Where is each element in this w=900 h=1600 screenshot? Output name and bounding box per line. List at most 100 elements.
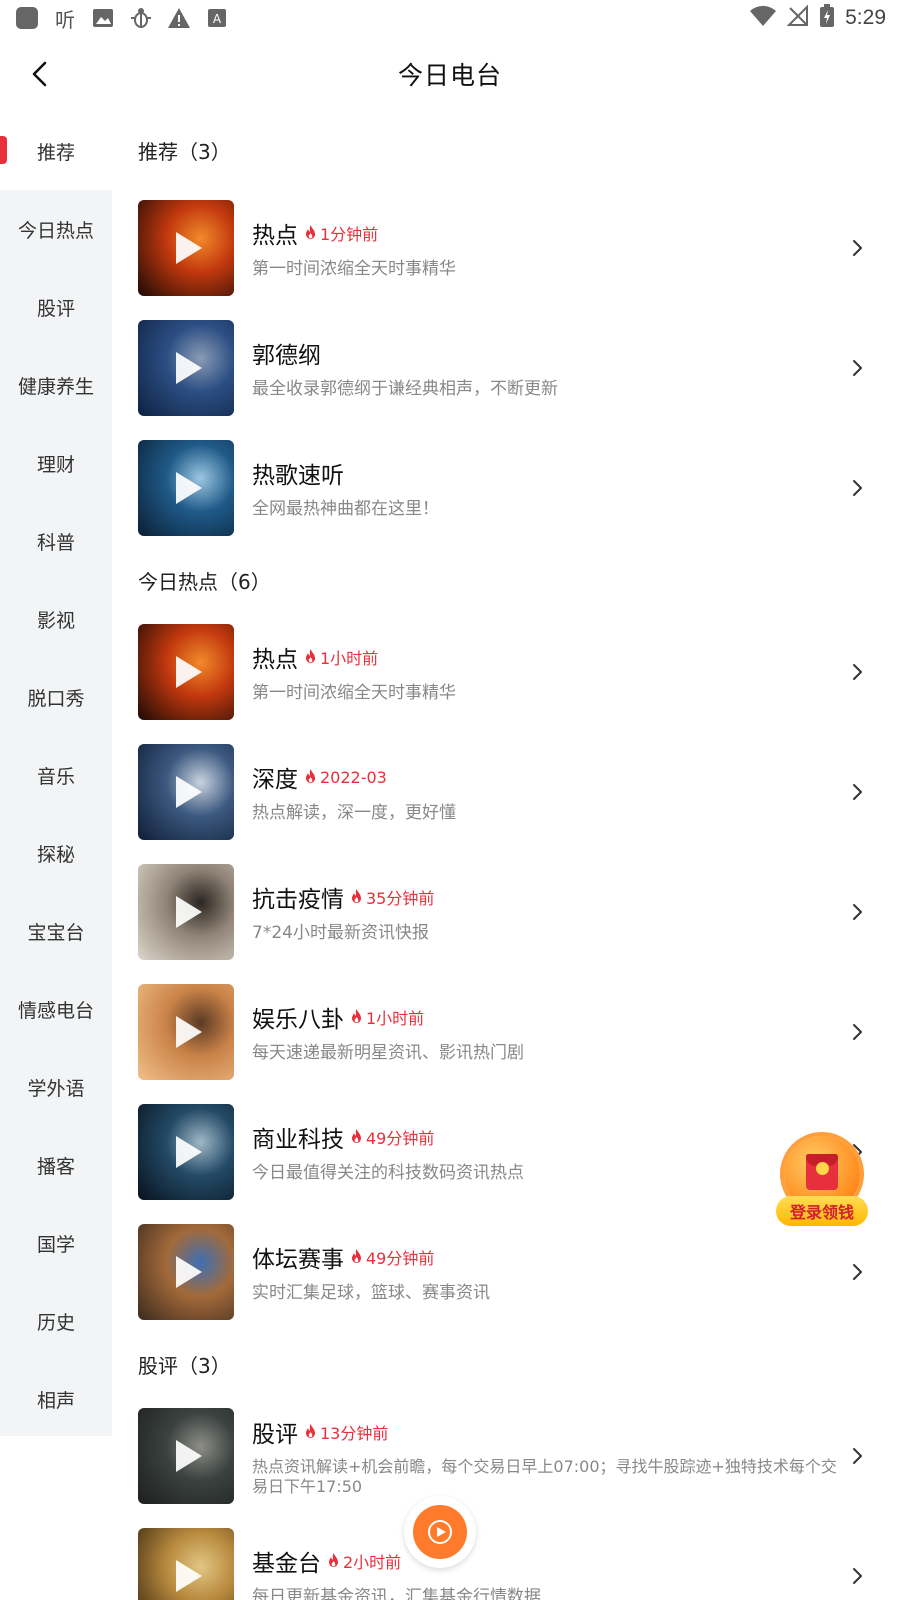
sidebar-item[interactable]: 学外语 [0, 1048, 112, 1126]
status-clock: 5:29 [845, 6, 886, 29]
channel-row[interactable]: 基金台 2小时前每日更新基金资讯，汇集基金行情数据 [112, 1516, 900, 1600]
sidebar-item[interactable]: 探秘 [0, 814, 112, 892]
channel-subtitle: 实时汇集足球，篮球、赛事资讯 [252, 1283, 490, 1303]
update-badge: 1小时前 [304, 645, 378, 669]
channel-row[interactable]: 郭德纲最全收录郭德纲于谦经典相声，不断更新 [112, 308, 900, 428]
sidebar-item[interactable]: 影视 [0, 580, 112, 658]
page-title: 今日电台 [397, 61, 502, 90]
play-icon [176, 1256, 202, 1288]
chevron-right-icon [848, 783, 866, 801]
channel-thumbnail [138, 744, 234, 840]
sidebar-item-label: 播客 [36, 1155, 75, 1178]
sidebar-item[interactable]: 宝宝台 [0, 892, 112, 970]
chevron-right-icon [848, 663, 866, 681]
sidebar-item[interactable]: 国学 [0, 1204, 112, 1282]
channel-title: 郭德纲 [252, 343, 321, 369]
flame-icon [350, 1009, 363, 1025]
sidebar-item[interactable]: 脱口秀 [0, 658, 112, 736]
channel-row[interactable]: 娱乐八卦 1小时前 每天速递最新明星资讯、影讯热门剧 [112, 972, 900, 1092]
chevron-right-icon [848, 1567, 866, 1585]
sidebar-item[interactable]: 理财 [0, 424, 112, 502]
channel-thumbnail [138, 1528, 234, 1600]
section-title: 推荐（3） [138, 139, 231, 164]
section-title: 股评（3） [138, 1353, 231, 1378]
update-time: 1分钟前 [320, 225, 379, 244]
channel-subtitle: 7*24小时最新资讯快报 [252, 923, 429, 943]
sidebar-item[interactable]: 音乐 [0, 736, 112, 814]
sidebar-item[interactable]: 历史 [0, 1282, 112, 1360]
channel-title: 抗击疫情 [252, 887, 344, 913]
channel-thumbnail [138, 200, 234, 296]
channel-thumbnail [138, 320, 234, 416]
update-time: 49分钟前 [366, 1249, 435, 1268]
sidebar-item-label: 科普 [36, 531, 75, 554]
update-badge: 2022-03 [304, 768, 387, 787]
play-icon [176, 1560, 202, 1592]
play-icon [176, 1016, 202, 1048]
sidebar-item-label: 今日热点 [17, 219, 94, 242]
sidebar-item-label: 音乐 [36, 765, 75, 788]
update-badge: 1小时前 [350, 1005, 424, 1029]
sidebar-item[interactable]: 相声 [0, 1360, 112, 1438]
update-badge: 13分钟前 [304, 1420, 388, 1444]
sidebar-item[interactable]: 健康养生 [0, 346, 112, 424]
channel-subtitle: 每日更新基金资讯，汇集基金行情数据 [252, 1587, 541, 1600]
channel-subtitle: 第一时间浓缩全天时事精华 [252, 683, 456, 703]
login-bonus-button[interactable]: 登录领钱 [776, 1136, 868, 1228]
channel-row[interactable]: 热歌速听 全网最热神曲都在这里！ [112, 428, 900, 548]
channel-subtitle: 全网最热神曲都在这里！ [252, 499, 439, 519]
play-icon [176, 1136, 202, 1168]
channel-thumbnail [138, 1408, 234, 1504]
update-time: 2022-03 [320, 767, 387, 787]
channel-subtitle: 最全收录郭德纲于谦经典相声，不断更新 [252, 379, 558, 399]
update-time: 49分钟前 [366, 1129, 435, 1148]
sidebar-item[interactable]: 股评 [0, 268, 112, 346]
sidebar-item[interactable]: 推荐 [0, 112, 112, 190]
channel-row[interactable]: 深度 2022-03 热点解读，深一度，更好懂 [112, 732, 900, 852]
header: 今日电台 [0, 40, 900, 108]
channel-subtitle: 热点解读，深一度，更好懂 [252, 803, 456, 823]
chevron-right-icon [848, 1447, 866, 1465]
wifi-icon [749, 5, 777, 31]
update-badge: 1分钟前 [304, 221, 378, 245]
back-button[interactable] [18, 52, 62, 96]
chevron-right-icon [848, 479, 866, 497]
channel-title: 热点 [252, 223, 298, 249]
channel-title: 热点 [252, 647, 298, 673]
no-signal-icon [786, 4, 809, 31]
channel-row[interactable]: 抗击疫情 35分钟前 7*24小时最新资讯快报 [112, 852, 900, 972]
play-icon [176, 896, 202, 928]
section-title: 今日热点（6） [138, 569, 271, 594]
play-icon [413, 1505, 467, 1559]
update-badge: 35分钟前 [350, 885, 434, 909]
channel-row[interactable]: 股评 13分钟前 热点资讯解读+机会前瞻，每个交易日早上07:00；寻找牛股踪迹+独… [112, 1396, 900, 1516]
sidebar-item[interactable]: 科普 [0, 502, 112, 580]
flame-icon [350, 1249, 363, 1265]
font-a-icon: A [204, 5, 230, 31]
sidebar-item[interactable]: 今日热点 [0, 190, 112, 268]
sidebar-item[interactable]: 情感电台 [0, 970, 112, 1048]
mini-player-button[interactable] [404, 1496, 476, 1568]
channel-thumbnail [138, 1224, 234, 1320]
channel-row[interactable]: 热点 1分钟前 第一时间浓缩全天时事精华 [112, 188, 900, 308]
channel-row[interactable]: 热点 1小时前第一时间浓缩全天时事精华 [112, 612, 900, 732]
play-icon [176, 352, 202, 384]
channel-title: 商业科技 [252, 1127, 344, 1153]
sidebar-item-label: 理财 [36, 453, 75, 476]
update-time: 35分钟前 [366, 889, 435, 908]
sidebar-item-label: 探秘 [36, 843, 75, 866]
sidebar-item-label: 相声 [36, 1389, 75, 1412]
category-sidebar: 推荐今日热点股评 健康养生理财科普影视 脱口秀音乐探秘宝宝台情感电台学外语播客国学历… [0, 112, 112, 1436]
sidebar-item-label: 情感电台 [17, 999, 94, 1022]
channel-title: 股评 [252, 1422, 298, 1448]
channel-list[interactable]: 推荐（3） 热点 1分钟前第一时间浓缩全天时事精华 郭德纲最全收录郭德纲于谦经典相声，… [112, 112, 900, 1600]
sidebar-item-label: 学外语 [27, 1077, 85, 1100]
sidebar-item[interactable]: 播客 [0, 1126, 112, 1204]
update-time: 2小时前 [343, 1553, 402, 1572]
chevron-right-icon [848, 1263, 866, 1281]
update-badge: 49分钟前 [350, 1245, 434, 1269]
app-square-icon [14, 5, 40, 31]
channel-row[interactable]: 体坛赛事 49分钟前 实时汇集足球，篮球、赛事资讯 [112, 1212, 900, 1332]
channel-title: 基金台 [252, 1551, 321, 1577]
chevron-right-icon [848, 359, 866, 377]
